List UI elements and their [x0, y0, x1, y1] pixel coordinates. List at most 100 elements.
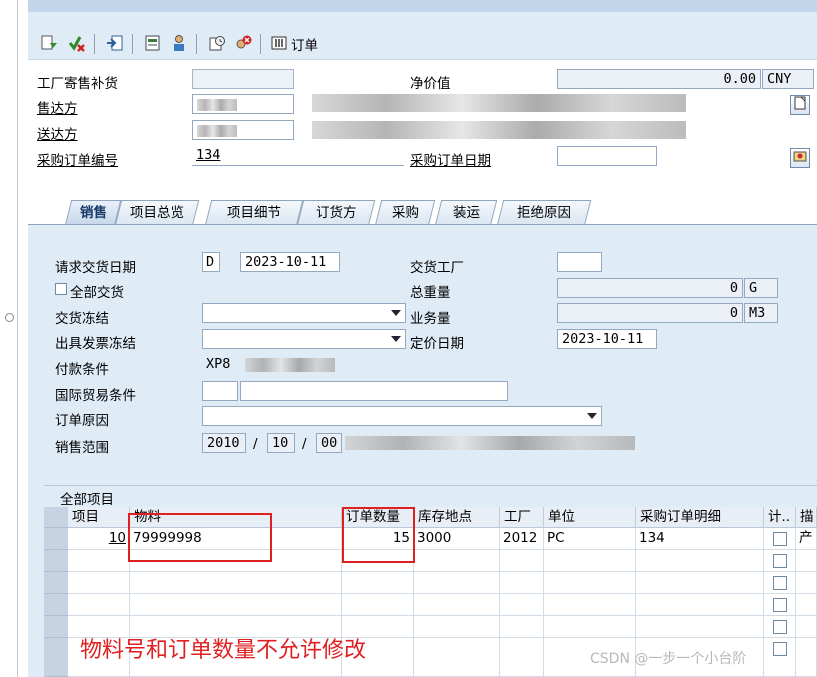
table-cell[interactable] — [414, 550, 500, 572]
billing-block-dropdown[interactable] — [202, 329, 406, 349]
col-calc[interactable]: 计.. — [764, 507, 796, 528]
table-cell[interactable] — [414, 572, 500, 594]
col-unit[interactable]: 单位 — [544, 507, 636, 528]
table-cell[interactable] — [544, 550, 636, 572]
orders-button-label[interactable]: 订单 — [291, 34, 318, 54]
ship-to-label[interactable]: 送达方 — [37, 123, 78, 143]
pricing-date-field[interactable]: 2023-10-11 — [557, 329, 657, 349]
table-cell[interactable] — [68, 594, 130, 616]
po-number-field[interactable]: 134 — [192, 146, 404, 166]
table-cell[interactable] — [764, 572, 796, 594]
table-cell[interactable] — [796, 550, 817, 572]
table-cell[interactable] — [500, 572, 544, 594]
table-cell[interactable] — [68, 550, 130, 572]
order-type-field[interactable] — [192, 69, 294, 89]
tab-ordering-party[interactable]: 订货方 — [296, 200, 376, 226]
table-cell[interactable] — [636, 550, 764, 572]
table-cell[interactable] — [500, 594, 544, 616]
tab-sales[interactable]: 销售 — [64, 200, 122, 226]
partner-icon[interactable] — [170, 34, 188, 52]
table-cell[interactable] — [544, 572, 636, 594]
col-storage-location[interactable]: 库存地点 — [414, 507, 500, 528]
complete-delivery-checkbox[interactable] — [55, 283, 67, 295]
po-date-field[interactable] — [557, 146, 657, 166]
table-cell[interactable] — [636, 594, 764, 616]
resize-handle[interactable] — [5, 313, 14, 322]
req-delivery-date-field[interactable]: 2023-10-11 — [240, 252, 340, 272]
tab-item-detail[interactable]: 项目细节 — [204, 200, 304, 226]
export-icon[interactable] — [106, 34, 124, 52]
incoterms-location-field[interactable] — [240, 381, 508, 401]
table-cell[interactable] — [796, 572, 817, 594]
table-cell[interactable] — [636, 572, 764, 594]
table-cell[interactable] — [500, 638, 544, 677]
row-checkbox[interactable] — [773, 642, 787, 656]
po-date-label[interactable]: 采购订单日期 — [410, 149, 491, 169]
sold-to-field[interactable] — [192, 94, 294, 114]
header-icon[interactable] — [144, 34, 162, 52]
table-cell[interactable] — [500, 550, 544, 572]
row-checkbox[interactable] — [773, 576, 787, 590]
table-cell[interactable] — [68, 572, 130, 594]
row-selector[interactable] — [44, 638, 68, 677]
order-reason-dropdown[interactable] — [202, 406, 602, 426]
tab-rejection-reason[interactable]: 拒绝原因 — [496, 200, 592, 226]
table-cell[interactable] — [764, 594, 796, 616]
settings-icon[interactable] — [208, 34, 226, 52]
table-cell[interactable] — [130, 594, 342, 616]
table-cell[interactable] — [796, 638, 817, 677]
table-row-plant[interactable]: 2012 — [500, 528, 544, 550]
table-row-po-item[interactable]: 134 — [636, 528, 764, 550]
table-row-sloc[interactable]: 3000 — [414, 528, 500, 550]
table-cell[interactable] — [764, 616, 796, 638]
select-all-cell[interactable] — [44, 507, 68, 528]
delivering-plant-field[interactable] — [557, 252, 602, 272]
table-cell[interactable] — [764, 638, 796, 677]
attachment-icon[interactable] — [790, 148, 810, 168]
cancel-icon[interactable] — [234, 34, 252, 52]
table-cell[interactable] — [544, 594, 636, 616]
table-row-item[interactable]: 10 — [68, 528, 130, 550]
row-selector[interactable] — [44, 616, 68, 638]
row-checkbox[interactable] — [773, 532, 787, 546]
ship-to-field[interactable] — [192, 120, 294, 140]
tab-procurement[interactable]: 采购 — [374, 200, 436, 226]
table-cell[interactable] — [796, 616, 817, 638]
check-icon[interactable] — [68, 34, 86, 52]
row-selector[interactable] — [44, 528, 68, 550]
table-cell[interactable] — [636, 616, 764, 638]
incoterms-field[interactable] — [202, 381, 238, 401]
table-cell[interactable] — [130, 572, 342, 594]
table-cell[interactable] — [796, 594, 817, 616]
row-checkbox[interactable] — [773, 554, 787, 568]
table-cell[interactable] — [544, 616, 636, 638]
orders-icon[interactable] — [270, 34, 288, 52]
row-selector[interactable] — [44, 572, 68, 594]
col-item[interactable]: 项目 — [68, 507, 130, 528]
col-plant[interactable]: 工厂 — [500, 507, 544, 528]
tab-item-overview[interactable]: 项目总览 — [114, 200, 200, 226]
table-row-desc[interactable]: 产 — [796, 528, 817, 550]
table-cell[interactable] — [500, 616, 544, 638]
table-cell[interactable] — [414, 594, 500, 616]
po-number-label[interactable]: 采购订单编号 — [37, 149, 118, 169]
table-row-calc[interactable] — [764, 528, 796, 550]
document-flow-icon[interactable] — [790, 95, 810, 115]
sold-to-label[interactable]: 售达方 — [37, 97, 78, 117]
tab-shipping[interactable]: 装运 — [434, 200, 498, 226]
row-checkbox[interactable] — [773, 598, 787, 612]
col-description[interactable]: 描 — [796, 507, 817, 528]
table-cell[interactable] — [342, 594, 414, 616]
row-checkbox[interactable] — [773, 620, 787, 634]
req-delivery-date-type[interactable]: D — [202, 252, 220, 272]
table-cell[interactable] — [414, 616, 500, 638]
delivery-block-dropdown[interactable] — [202, 303, 406, 323]
table-cell[interactable] — [414, 638, 500, 677]
table-cell[interactable] — [342, 572, 414, 594]
row-selector[interactable] — [44, 594, 68, 616]
row-selector[interactable] — [44, 550, 68, 572]
table-cell[interactable] — [764, 550, 796, 572]
display-doc-icon[interactable] — [40, 34, 58, 52]
col-po-item[interactable]: 采购订单明细 — [636, 507, 764, 528]
table-row-unit[interactable]: PC — [544, 528, 636, 550]
